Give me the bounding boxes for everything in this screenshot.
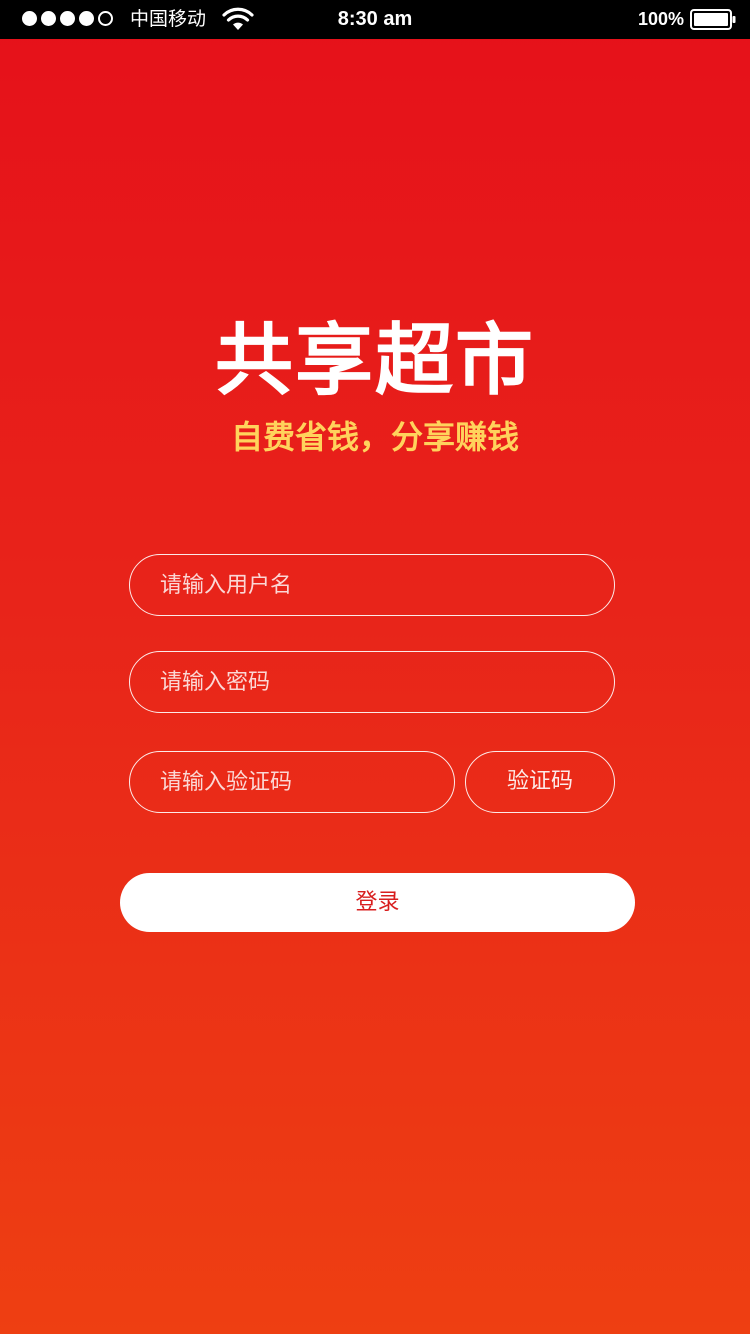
password-input[interactable] bbox=[130, 652, 614, 712]
login-button[interactable]: 登录 bbox=[120, 873, 635, 932]
verification-code-input[interactable] bbox=[130, 752, 454, 812]
app-slogan: 自费省钱，分享赚钱 bbox=[230, 418, 519, 456]
status-bar: 中国移动 8:30 am 100% bbox=[0, 0, 750, 39]
app-logo-title: 共享超市 bbox=[214, 316, 535, 406]
verification-code-field[interactable] bbox=[129, 751, 455, 813]
username-input[interactable] bbox=[130, 555, 614, 615]
get-verification-code-button[interactable]: 验证码 bbox=[465, 751, 615, 813]
battery-percent: 100% bbox=[637, 9, 684, 29]
password-field[interactable] bbox=[129, 651, 615, 713]
username-field[interactable] bbox=[129, 554, 615, 616]
battery-icon bbox=[690, 9, 736, 30]
